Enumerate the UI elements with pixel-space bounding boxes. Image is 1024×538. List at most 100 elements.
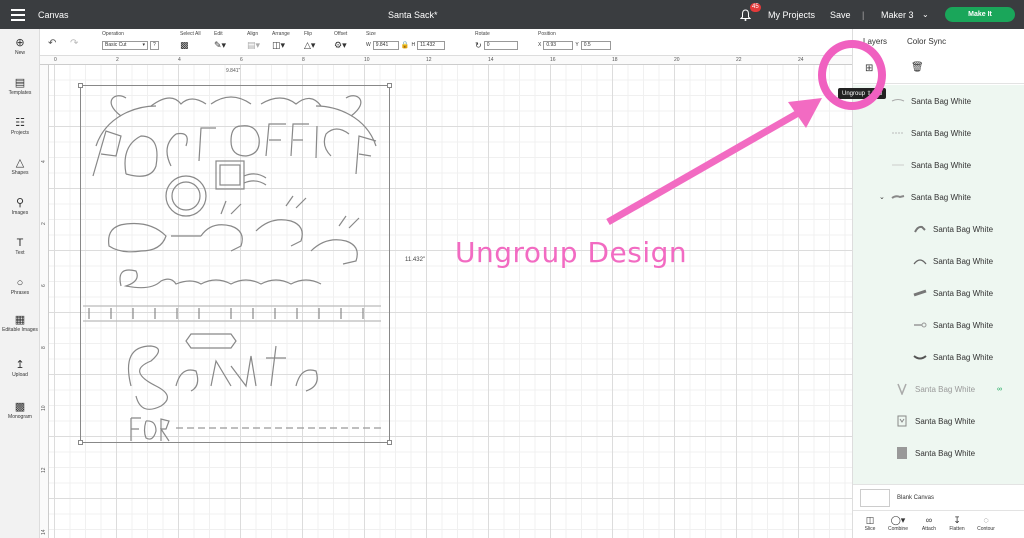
ruler-tick: 14 [41,529,47,535]
sidebar-item-templates[interactable]: ▤ Templates [0,77,40,96]
layer-item[interactable]: Santa Bag White ∞ [853,373,1024,405]
ruler-tick: 2 [116,57,119,63]
chevron-down-icon: ▾ [142,42,145,48]
ruler-tick: 0 [54,57,57,63]
height-input[interactable]: 11.432 [417,40,446,50]
contour-button[interactable]: ◌ Contour [972,515,1000,532]
sidebar-item-shapes[interactable]: △ Shapes [0,157,40,176]
edit-toolbar: ↶ ↷ Operation Basic Cut ▾ ? Select All ▩ … [40,29,852,56]
combine-button[interactable]: ◯▾ Combine [884,515,912,532]
pencil-icon[interactable]: ✎▾ [214,38,226,52]
slice-button[interactable]: ◫ Slice [856,515,884,532]
layer-item[interactable]: Santa Bag White [853,405,1024,437]
offset-icon[interactable]: ⚙▾ [334,38,347,52]
trash-icon[interactable]: 🗑 [911,62,924,73]
rotate-label: Rotate [475,31,490,37]
ruler-tick: 12 [426,57,432,63]
separator: | [862,9,865,20]
flip-icon[interactable]: △▾ [304,38,315,52]
resize-handle[interactable] [78,440,83,445]
layer-item[interactable]: Santa Bag White [853,245,1024,277]
select-all-label: Select All [180,31,201,37]
redo-icon[interactable]: ↷ [70,38,78,49]
flatten-button[interactable]: ↧ Flatten [943,515,971,532]
text-icon: T [16,237,24,249]
x-label: X [538,42,542,48]
layer-thumbnail-icon [913,320,927,330]
bell-icon[interactable] [740,0,751,29]
arrange-icon[interactable]: ◫▾ [272,38,290,52]
sidebar-item-label: New [14,50,25,56]
help-button[interactable]: ? [150,40,159,50]
make-it-button[interactable]: Make It [945,7,1015,22]
attach-icon: ∞ [925,515,933,525]
layer-thumbnail-icon [913,352,927,362]
blank-canvas-row[interactable]: Blank Canvas [853,484,1024,510]
sidebar-item-label: Text [15,250,25,256]
height-dimension: 11.432" [405,257,426,263]
layer-item[interactable]: Santa Bag White [853,149,1024,181]
layer-item[interactable]: Santa Bag White [853,309,1024,341]
slice-icon: ◫ [865,515,875,525]
chevron-down-icon[interactable]: ⌄ [879,193,885,201]
sidebar-item-label: Projects [10,130,30,136]
sidebar-item-new[interactable]: ⊕ New [0,37,40,56]
ruler-tick: 16 [550,57,556,63]
layer-thumbnail-icon [895,447,909,459]
sidebar-item-projects[interactable]: ☷ Projects [0,117,40,136]
sidebar-item-text[interactable]: T Text [0,237,40,256]
layer-item[interactable]: Santa Bag White [853,277,1024,309]
layer-item[interactable]: Santa Bag White [853,213,1024,245]
layer-group[interactable]: ⌄ Santa Bag White [853,181,1024,213]
lock-icon[interactable]: 🔒 [401,41,410,49]
resize-handle[interactable] [387,83,392,88]
my-projects-link[interactable]: My Projects [768,0,815,29]
save-button[interactable]: Save [830,0,851,29]
plus-icon: ⊕ [15,37,25,49]
layer-thumbnail-icon [891,96,905,106]
santa-sack-design[interactable] [78,83,392,445]
y-input[interactable]: 0.5 [580,40,611,50]
menu-icon[interactable] [10,0,26,29]
machine-select[interactable]: Maker 3 [881,0,914,29]
rotate-input[interactable]: 0 [483,40,518,50]
sidebar-item-label: Upload [12,372,28,378]
sidebar-item-label: Templates [8,90,32,96]
resize-handle[interactable] [387,440,392,445]
layer-item[interactable]: Santa Bag White [853,437,1024,469]
sidebar-item-monogram[interactable]: ▩ Monogram [0,401,40,420]
layer-item[interactable]: Santa Bag White [853,341,1024,373]
width-label: W [366,42,371,48]
chevron-down-icon[interactable]: ⌄ [922,0,929,29]
ruler-tick: 4 [178,57,181,63]
align-label: Align [247,31,259,37]
attach-label: Attach [921,526,937,532]
sidebar-item-phrases[interactable]: ○ Phrases [0,277,40,296]
select-all-icon[interactable]: ▩ [180,38,201,52]
clipboard-icon: ☷ [15,117,25,129]
layer-name: Santa Bag White [915,416,976,426]
sidebar-item-upload[interactable]: ↥ Upload [0,359,40,378]
top-bar: Canvas Santa Sack* 45 My Projects Save |… [0,0,1024,29]
width-input[interactable]: 9.841 [372,40,399,50]
attach-button[interactable]: ∞ Attach [915,515,943,532]
flip-label: Flip [304,31,313,37]
layer-name: Santa Bag White [933,320,994,330]
ruler-tick: 2 [41,222,47,225]
contour-label: Contour [977,526,995,532]
sidebar-item-images[interactable]: ⚲ Images [0,197,40,216]
layer-thumbnail-icon [913,224,927,234]
layer-item[interactable]: Santa Bag White [853,117,1024,149]
align-icon[interactable]: ▤▾ [247,38,260,52]
x-input[interactable]: 0.93 [543,40,574,50]
undo-icon[interactable]: ↶ [48,38,56,49]
ruler-tick: 20 [674,57,680,63]
combine-label: Combine [887,526,908,532]
shirt-icon: ▤ [14,77,26,89]
layer-name: Santa Bag White [911,128,972,138]
operation-select[interactable]: Basic Cut ▾ [102,40,148,50]
ruler-tick: 6 [240,57,243,63]
tab-color-sync[interactable]: Color Sync [907,37,946,46]
sidebar-item-editable-images[interactable]: ▦ Editable Images [0,314,40,333]
resize-handle[interactable] [78,83,83,88]
